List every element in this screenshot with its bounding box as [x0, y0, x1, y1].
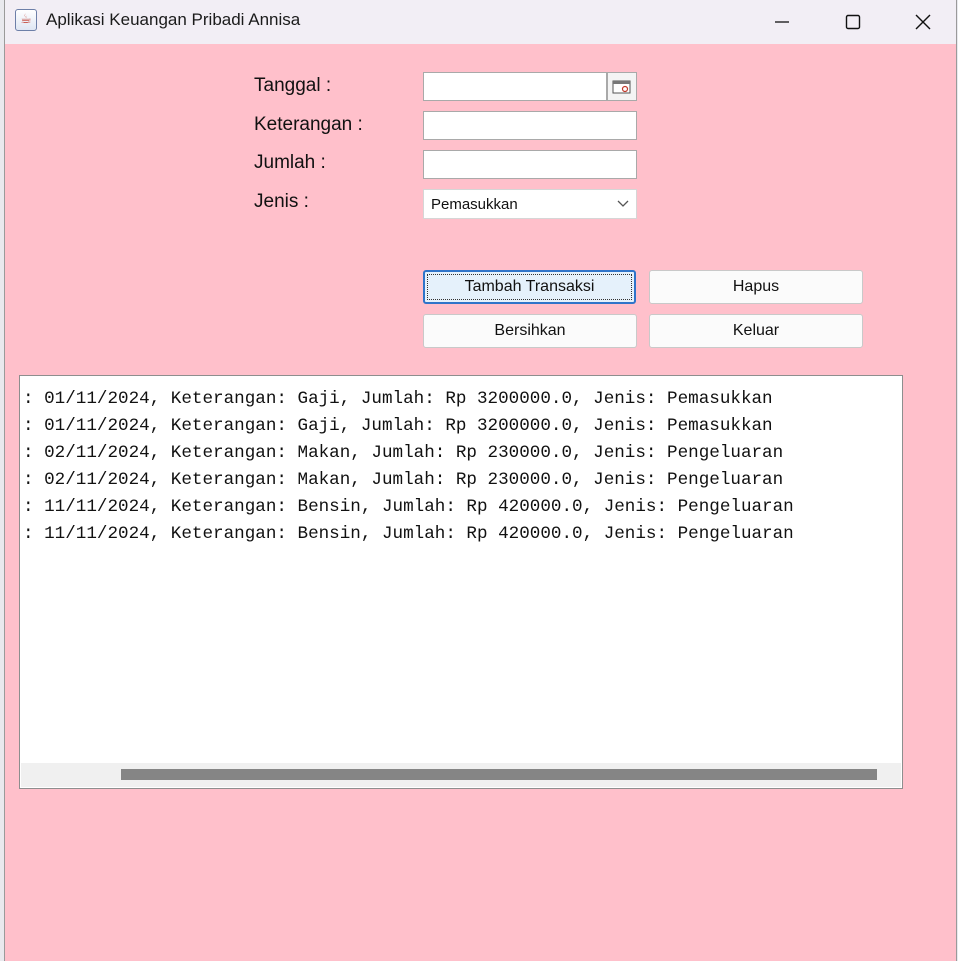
jenis-selected-value: Pemasukkan [431, 196, 518, 213]
date-picker-button[interactable] [607, 72, 637, 101]
transaction-log-textarea[interactable]: : 01/11/2024, Keterangan: Gaji, Jumlah: … [19, 375, 903, 789]
keluar-button[interactable]: Keluar [649, 314, 863, 348]
tambah-transaksi-button[interactable]: Tambah Transaksi [423, 270, 636, 304]
log-line: : 11/11/2024, Keterangan: Bensin, Jumlah… [23, 497, 794, 517]
java-cup-icon: ☕ [15, 9, 37, 31]
horizontal-scrollbar[interactable] [21, 763, 901, 787]
title-bar[interactable]: ☕ Aplikasi Keuangan Pribadi Annisa [5, 0, 956, 44]
close-button[interactable] [888, 0, 958, 44]
keterangan-field[interactable] [423, 111, 637, 140]
log-line: : 11/11/2024, Keterangan: Bensin, Jumlah… [23, 524, 794, 544]
window-title: Aplikasi Keuangan Pribadi Annisa [46, 10, 301, 29]
jumlah-label: Jumlah : [254, 152, 326, 173]
bersihkan-button[interactable]: Bersihkan [423, 314, 637, 348]
minimize-icon [775, 21, 789, 23]
focus-indicator [427, 274, 632, 300]
scrollbar-thumb[interactable] [121, 769, 877, 780]
maximize-icon [845, 14, 861, 30]
log-line: : 02/11/2024, Keterangan: Makan, Jumlah:… [23, 443, 784, 463]
chevron-down-icon [617, 200, 629, 207]
log-lines: : 01/11/2024, Keterangan: Gaji, Jumlah: … [23, 386, 794, 548]
jenis-dropdown[interactable]: Pemasukkan [423, 189, 637, 219]
log-line: : 02/11/2024, Keterangan: Makan, Jumlah:… [23, 470, 784, 490]
log-line: : 01/11/2024, Keterangan: Gaji, Jumlah: … [23, 416, 773, 436]
close-icon [915, 14, 931, 30]
tanggal-field[interactable] [423, 72, 607, 101]
hapus-button[interactable]: Hapus [649, 270, 863, 304]
keterangan-label: Keterangan : [254, 114, 363, 135]
jumlah-field[interactable] [423, 150, 637, 179]
jenis-label: Jenis : [254, 191, 309, 212]
log-line: : 01/11/2024, Keterangan: Gaji, Jumlah: … [23, 389, 773, 409]
minimize-button[interactable] [747, 0, 817, 44]
maximize-button[interactable] [818, 0, 888, 44]
tanggal-label: Tanggal : [254, 75, 332, 96]
calendar-icon [612, 80, 631, 94]
app-window: ☕ Aplikasi Keuangan Pribadi Annisa Tangg… [4, 0, 957, 961]
